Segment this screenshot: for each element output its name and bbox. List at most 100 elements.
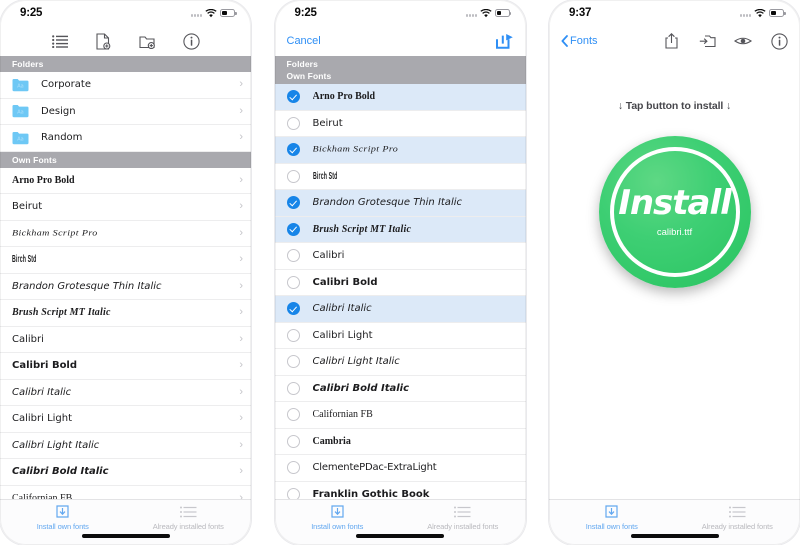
list-item[interactable]: Calibri Light ›: [0, 406, 251, 433]
list-item[interactable]: Aa Corporate ›: [0, 72, 251, 99]
home-indicator: [630, 534, 719, 538]
checkbox[interactable]: [286, 434, 300, 448]
info-icon[interactable]: [183, 32, 201, 50]
signal-dots-icon: [465, 10, 477, 17]
list-item-label: Calibri: [12, 333, 44, 345]
screenshot-stage: 9:25 Folders Aa Corporate › Aa Design › …: [0, 0, 800, 545]
checkbox[interactable]: [286, 381, 300, 395]
info-icon[interactable]: [770, 32, 788, 50]
section-header-folders: Folders: [0, 56, 251, 72]
toolbar-icons: [51, 32, 201, 50]
download-box-icon: [604, 504, 619, 520]
new-file-icon[interactable]: [95, 32, 113, 50]
new-folder-icon[interactable]: [139, 32, 157, 50]
tab-bar[interactable]: Install own fonts Already installed font…: [274, 499, 526, 545]
list-item-label: Calibri Light Italic: [12, 439, 100, 451]
list-item-label: Bickham Script Pro: [12, 228, 98, 238]
move-to-folder-icon[interactable]: [698, 32, 716, 50]
share-icon[interactable]: [496, 32, 514, 50]
list-item[interactable]: Calibri Light Italic: [274, 349, 526, 376]
tab-bar[interactable]: Install own fonts Already installed font…: [549, 499, 800, 545]
install-body: ↓ Tap button to install ↓ Install calibr…: [549, 56, 800, 499]
list-item-label: Brush Script MT Italic: [312, 223, 412, 235]
chevron-right-icon: ›: [239, 253, 243, 266]
checkbox[interactable]: [286, 222, 300, 236]
list-item[interactable]: Arno Pro Bold ›: [0, 167, 251, 194]
list-item[interactable]: Bickham Script Pro: [274, 137, 526, 164]
tab-install-own-fonts[interactable]: Install own fonts: [275, 504, 401, 531]
chevron-right-icon: ›: [239, 332, 243, 345]
list-item[interactable]: Calibri Bold ›: [0, 353, 251, 380]
list-item[interactable]: Brandon Grotesque Thin Italic: [274, 190, 526, 217]
install-filename: calibri.ttf: [656, 227, 693, 238]
toolbar-select: Cancel: [274, 26, 526, 56]
checkbox[interactable]: [286, 461, 300, 475]
section-header-own-fonts: Own Fonts: [0, 151, 251, 168]
back-button-fonts[interactable]: Fonts: [561, 35, 598, 47]
list-item-label: Franklin Gothic Book: [312, 488, 430, 499]
font-list-browse[interactable]: Folders Aa Corporate › Aa Design › Aa Ra: [0, 56, 251, 499]
list-item-label: Calibri Light Italic: [312, 356, 400, 368]
list-item[interactable]: Beirut ›: [0, 194, 251, 221]
list-item[interactable]: Cambria: [274, 428, 526, 455]
list-item[interactable]: Aa Random ›: [0, 125, 251, 152]
list-item[interactable]: Calibri ›: [0, 326, 251, 353]
cancel-button[interactable]: Cancel: [287, 35, 321, 47]
checkbox[interactable]: [286, 169, 300, 183]
list-item[interactable]: Calibri Bold: [274, 269, 526, 296]
tab-install-own-fonts[interactable]: Install own fonts: [549, 504, 675, 531]
list-item[interactable]: Brandon Grotesque Thin Italic ›: [0, 273, 251, 300]
list-item[interactable]: Calibri: [274, 243, 526, 270]
status-time: 9:37: [569, 7, 592, 19]
tab-label: Already installed fonts: [427, 522, 499, 531]
signal-dots-icon: [740, 10, 751, 17]
chevron-right-icon: ›: [239, 491, 243, 499]
list-item[interactable]: Calibri Italic: [274, 296, 526, 323]
checkbox[interactable]: [286, 249, 300, 263]
list-item[interactable]: Birch Std ›: [0, 247, 251, 274]
checkbox[interactable]: [286, 355, 300, 369]
font-list-select[interactable]: Folders Own Fonts Arno Pro Bold Beirut B…: [274, 56, 526, 499]
checkbox[interactable]: [286, 90, 300, 104]
eye-icon[interactable]: [734, 32, 752, 50]
list-item[interactable]: Arno Pro Bold: [274, 84, 526, 111]
list-item[interactable]: Bickham Script Pro ›: [0, 220, 251, 247]
tab-already-installed-fonts[interactable]: Already installed fonts: [675, 504, 800, 531]
checkbox[interactable]: [286, 487, 300, 499]
tab-already-installed-fonts[interactable]: Already installed fonts: [126, 504, 252, 531]
share-icon[interactable]: [662, 32, 680, 50]
chevron-right-icon: ›: [239, 78, 243, 91]
tab-install-own-fonts[interactable]: Install own fonts: [0, 504, 126, 531]
tab-bar[interactable]: Install own fonts Already installed font…: [0, 499, 251, 545]
list-item[interactable]: Birch Std: [274, 163, 526, 190]
list-item[interactable]: Brush Script MT Italic ›: [0, 300, 251, 327]
toolbar-browse: [0, 26, 251, 56]
section-header-folders: Folders: [274, 56, 526, 71]
checkbox[interactable]: [286, 116, 300, 130]
list-item[interactable]: Calibri Bold Italic: [274, 375, 526, 402]
list-item[interactable]: Calibri Light Italic ›: [0, 432, 251, 459]
list-item[interactable]: Calibri Bold Italic ›: [0, 459, 251, 486]
list-item-label: Arno Pro Bold: [12, 174, 75, 186]
list-item[interactable]: Franklin Gothic Book: [274, 481, 526, 499]
list-item[interactable]: Calibri Italic ›: [0, 379, 251, 406]
checkbox[interactable]: [286, 328, 300, 342]
checkbox[interactable]: [286, 143, 300, 157]
checkbox[interactable]: [286, 302, 300, 316]
list-item[interactable]: Beirut: [274, 110, 526, 137]
status-time: 9:25: [20, 7, 43, 19]
list-item[interactable]: Aa Design ›: [0, 98, 251, 125]
list-item[interactable]: ClementePDac-ExtraLight: [274, 455, 526, 482]
checkbox[interactable]: [286, 408, 300, 422]
tab-already-installed-fonts[interactable]: Already installed fonts: [400, 504, 526, 531]
list-item[interactable]: Brush Script MT Italic: [274, 216, 526, 243]
signal-dots-icon: [191, 10, 202, 17]
checkbox[interactable]: [286, 196, 300, 210]
list-item[interactable]: Calibri Light: [274, 322, 526, 349]
install-button[interactable]: Install calibri.ttf: [598, 136, 751, 288]
list-icon[interactable]: [51, 32, 69, 50]
list-item[interactable]: Californian FB: [274, 402, 526, 429]
list-item[interactable]: Californian FB ›: [0, 485, 251, 499]
folder-icon: Aa: [12, 104, 29, 118]
checkbox[interactable]: [286, 275, 300, 289]
